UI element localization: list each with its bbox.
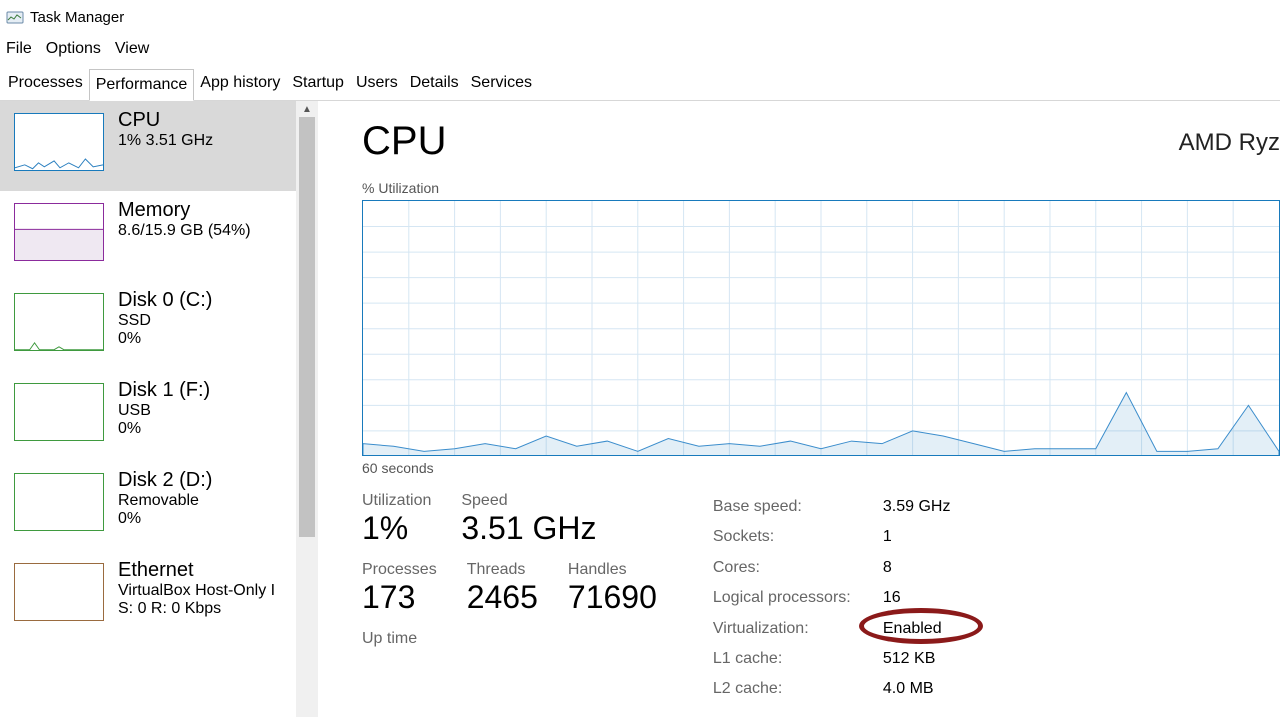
tab-processes[interactable]: Processes xyxy=(2,68,89,100)
speed-label: Speed xyxy=(461,492,596,510)
menu-file[interactable]: File xyxy=(6,40,32,58)
utilization-label: Utilization xyxy=(362,492,431,510)
processes-label: Processes xyxy=(362,561,437,579)
logical-processors-value: 16 xyxy=(883,583,973,613)
chevron-up-icon[interactable]: ▲ xyxy=(296,101,318,117)
sidebar-eth-sub2: S: 0 R: 0 Kbps xyxy=(118,600,275,618)
cores-label: Cores: xyxy=(713,553,883,583)
stats-area: Utilization 1% Speed 3.51 GHz Processes … xyxy=(362,492,1280,705)
sidebar-eth-sub1: VirtualBox Host-Only I xyxy=(118,582,275,600)
threads-value: 2465 xyxy=(467,579,538,616)
threads-label: Threads xyxy=(467,561,538,579)
base-speed-label: Base speed: xyxy=(713,492,883,522)
cores-value: 8 xyxy=(883,553,973,583)
l1-cache-value: 512 KB xyxy=(883,644,973,674)
sidebar-memory-title: Memory xyxy=(118,199,251,222)
tab-startup[interactable]: Startup xyxy=(286,68,350,100)
l2-cache-label: L2 cache: xyxy=(713,674,883,704)
main-panel: CPU AMD Ryz % Utilization xyxy=(320,101,1280,717)
menubar: File Options View xyxy=(0,34,1280,68)
cpu-model-name: AMD Ryz xyxy=(1179,129,1280,157)
sidebar-scrollbar[interactable]: ▲ xyxy=(296,101,318,717)
handles-label: Handles xyxy=(568,561,657,579)
handles-value: 71690 xyxy=(568,579,657,616)
processes-value: 173 xyxy=(362,579,437,616)
utilization-value: 1% xyxy=(362,510,431,547)
l2-cache-value: 4.0 MB xyxy=(883,674,973,704)
chart-x-label: 60 seconds xyxy=(362,460,1280,476)
scrollbar-track[interactable] xyxy=(296,117,318,717)
sidebar-disk0-sub2: 0% xyxy=(118,330,212,348)
cpu-thumb-chart xyxy=(14,113,104,171)
sidebar-cpu-sub: 1% 3.51 GHz xyxy=(118,132,213,150)
ethernet-thumb-chart xyxy=(14,563,104,621)
memory-thumb-chart xyxy=(14,203,104,261)
disk0-thumb-chart xyxy=(14,293,104,351)
sidebar-disk2-sub2: 0% xyxy=(118,510,212,528)
chart-y-label: % Utilization xyxy=(362,180,1280,196)
sidebar-disk0-sub1: SSD xyxy=(118,312,212,330)
sidebar-list: CPU 1% 3.51 GHz Memory 8.6/15.9 GB (54%) xyxy=(0,101,296,717)
sidebar-item-memory[interactable]: Memory 8.6/15.9 GB (54%) xyxy=(0,191,296,281)
sidebar-item-cpu[interactable]: CPU 1% 3.51 GHz xyxy=(0,101,296,191)
cpu-spec-table: Base speed:3.59 GHz Sockets:1 Cores:8 Lo… xyxy=(713,492,973,705)
virtualization-value: Enabled xyxy=(883,614,973,644)
logical-processors-label: Logical processors: xyxy=(713,583,883,613)
content-area: CPU 1% 3.51 GHz Memory 8.6/15.9 GB (54%) xyxy=(0,101,1280,717)
sidebar-disk2-sub1: Removable xyxy=(118,492,212,510)
sidebar-item-disk0[interactable]: Disk 0 (C:) SSD 0% xyxy=(0,281,296,371)
menu-view[interactable]: View xyxy=(115,40,149,58)
disk2-thumb-chart xyxy=(14,473,104,531)
sidebar-disk0-title: Disk 0 (C:) xyxy=(118,289,212,312)
tab-performance[interactable]: Performance xyxy=(89,69,195,101)
tab-app-history[interactable]: App history xyxy=(194,68,286,100)
sidebar-disk1-sub1: USB xyxy=(118,402,210,420)
menu-options[interactable]: Options xyxy=(46,40,101,58)
sockets-value: 1 xyxy=(883,522,973,552)
cpu-utilization-chart xyxy=(362,200,1280,456)
task-manager-icon xyxy=(6,8,24,26)
sidebar-disk1-title: Disk 1 (F:) xyxy=(118,379,210,402)
disk1-thumb-chart xyxy=(14,383,104,441)
uptime-label: Up time xyxy=(362,630,657,648)
sidebar-cpu-title: CPU xyxy=(118,109,213,132)
page-title: CPU xyxy=(362,119,446,164)
base-speed-value: 3.59 GHz xyxy=(883,492,973,522)
tab-details[interactable]: Details xyxy=(404,68,465,100)
sidebar-eth-title: Ethernet xyxy=(118,559,275,582)
sidebar-disk1-sub2: 0% xyxy=(118,420,210,438)
sockets-label: Sockets: xyxy=(713,522,883,552)
sidebar-item-disk1[interactable]: Disk 1 (F:) USB 0% xyxy=(0,371,296,461)
sidebar-item-ethernet[interactable]: Ethernet VirtualBox Host-Only I S: 0 R: … xyxy=(0,551,296,641)
tabbar: Processes Performance App history Startu… xyxy=(0,68,1280,101)
scrollbar-thumb[interactable] xyxy=(299,117,315,537)
virtualization-label: Virtualization: xyxy=(713,614,883,644)
sidebar-memory-sub: 8.6/15.9 GB (54%) xyxy=(118,222,251,240)
titlebar: Task Manager xyxy=(0,0,1280,34)
speed-value: 3.51 GHz xyxy=(461,510,596,547)
tab-services[interactable]: Services xyxy=(465,68,538,100)
l1-cache-label: L1 cache: xyxy=(713,644,883,674)
sidebar-disk2-title: Disk 2 (D:) xyxy=(118,469,212,492)
window-title: Task Manager xyxy=(30,9,124,26)
tab-users[interactable]: Users xyxy=(350,68,404,100)
performance-sidebar: CPU 1% 3.51 GHz Memory 8.6/15.9 GB (54%) xyxy=(0,101,320,717)
sidebar-item-disk2[interactable]: Disk 2 (D:) Removable 0% xyxy=(0,461,296,551)
